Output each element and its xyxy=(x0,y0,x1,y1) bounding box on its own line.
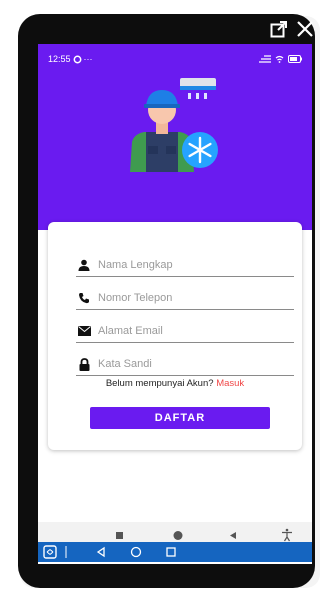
record-icon[interactable] xyxy=(173,531,183,540)
open-external-icon[interactable] xyxy=(270,20,288,38)
signal-icon xyxy=(259,55,271,63)
back-icon[interactable] xyxy=(96,546,105,558)
login-prompt: Belum mempunyai Akun? Masuk xyxy=(48,378,302,389)
password-field[interactable]: Kata Sandi xyxy=(76,353,294,376)
status-dots: ··· xyxy=(83,54,93,64)
back-triangle-icon[interactable] xyxy=(230,532,236,539)
header-banner: 12:55 ··· xyxy=(38,44,312,230)
login-link[interactable]: Masuk xyxy=(216,378,244,389)
phone-field[interactable]: Nomor Telepon xyxy=(76,287,294,310)
close-icon[interactable] xyxy=(296,20,314,38)
status-time: 12:55 xyxy=(48,54,71,64)
mail-icon xyxy=(76,324,92,338)
status-bar: 12:55 ··· xyxy=(48,52,302,66)
name-field[interactable]: Nama Lengkap xyxy=(76,254,294,277)
recents-icon[interactable] xyxy=(166,547,176,557)
window-controls xyxy=(270,20,314,38)
email-field[interactable]: Alamat Email xyxy=(76,320,294,343)
wifi-icon xyxy=(275,55,284,63)
phone-placeholder: Nomor Telepon xyxy=(98,292,173,304)
remote-app-icon[interactable] xyxy=(43,545,57,559)
password-placeholder: Kata Sandi xyxy=(98,358,152,370)
battery-icon xyxy=(288,55,302,63)
phone-icon xyxy=(76,291,92,305)
name-placeholder: Nama Lengkap xyxy=(98,259,173,271)
register-button[interactable]: DAFTAR xyxy=(90,407,270,429)
sync-icon xyxy=(73,55,81,63)
register-card: Nama Lengkap Nomor Telepon Alamat Email … xyxy=(48,222,302,450)
system-nav-bar xyxy=(38,542,312,562)
person-icon xyxy=(76,258,92,272)
lock-icon xyxy=(76,357,92,371)
technician-illustration-icon xyxy=(130,78,218,172)
accessibility-icon[interactable] xyxy=(282,528,292,542)
phone-screen: 12:55 ··· Nama Lengkap Nomor Telepon Ala… xyxy=(38,44,312,564)
email-placeholder: Alamat Email xyxy=(98,325,163,337)
home-icon[interactable] xyxy=(130,546,142,558)
stop-icon[interactable] xyxy=(116,532,123,539)
login-prompt-text: Belum mempunyai Akun? xyxy=(105,378,214,389)
